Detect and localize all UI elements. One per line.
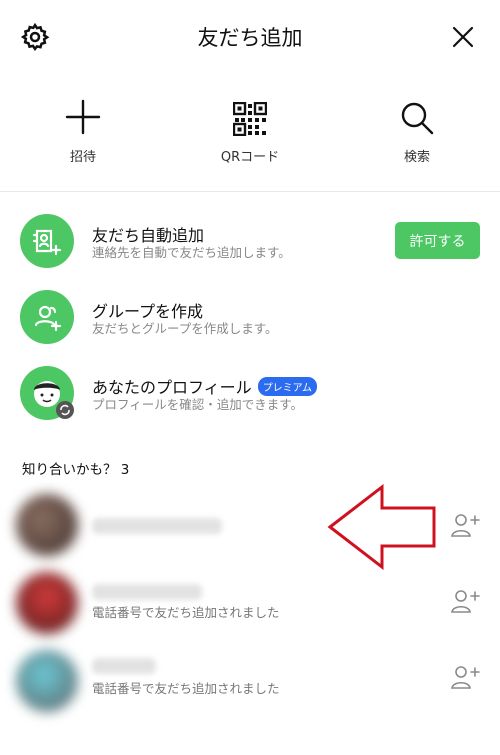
section-divider xyxy=(0,191,500,192)
friend-avatar xyxy=(16,572,78,634)
suggestions-header: 知り合いかも？ 3 xyxy=(22,462,130,478)
friend-subtitle: 電話番号で友だち追加されました xyxy=(92,681,280,696)
search-icon xyxy=(362,92,472,136)
qr-code-button[interactable]: QRコード xyxy=(195,92,305,165)
invite-label: 招待 xyxy=(69,150,96,165)
close-icon[interactable] xyxy=(448,22,478,52)
annotation-arrow-icon xyxy=(327,484,436,570)
create-group-subtitle: 友だちとグループを作成します。 xyxy=(92,321,278,336)
qr-code-label: QRコード xyxy=(220,150,280,165)
auto-add-subtitle: 連絡先を自動で友だち追加します。 xyxy=(92,245,291,260)
page-title: 友だち追加 xyxy=(197,26,303,50)
friend-avatar xyxy=(16,494,78,556)
profile-subtitle: プロフィールを確認・追加できます。 xyxy=(92,397,304,412)
friend-avatar xyxy=(16,650,78,712)
contact-add-icon xyxy=(20,214,74,268)
friend-name xyxy=(92,518,222,534)
friend-subtitle: 電話番号で友だち追加されました xyxy=(92,605,280,620)
add-friend-icon[interactable] xyxy=(450,664,480,690)
profile-avatar-icon xyxy=(20,366,74,420)
header: 友だち追加 xyxy=(0,0,500,72)
plus-icon xyxy=(28,92,138,136)
friend-name xyxy=(92,584,202,600)
add-friend-icon[interactable] xyxy=(450,512,480,538)
group-add-icon xyxy=(20,290,74,344)
invite-button[interactable]: 招待 xyxy=(28,92,138,165)
qr-code-icon xyxy=(195,92,305,136)
friend-name xyxy=(92,658,156,674)
search-button[interactable]: 検索 xyxy=(362,92,472,165)
create-group-row[interactable]: グループを作成 友だちとグループを作成します。 xyxy=(0,288,500,360)
suggested-friend-row[interactable]: 電話番号で友だち追加されました xyxy=(0,646,500,718)
add-methods: 招待 QRコード 検索 xyxy=(0,92,500,172)
add-friend-icon[interactable] xyxy=(450,588,480,614)
profile-row[interactable]: あなたのプロフィール プレミアム プロフィールを確認・追加できます。 xyxy=(0,364,500,436)
allow-button[interactable]: 許可する xyxy=(395,222,480,259)
search-label: 検索 xyxy=(403,150,430,165)
suggested-friend-row[interactable]: 電話番号で友だち追加されました xyxy=(0,570,500,642)
